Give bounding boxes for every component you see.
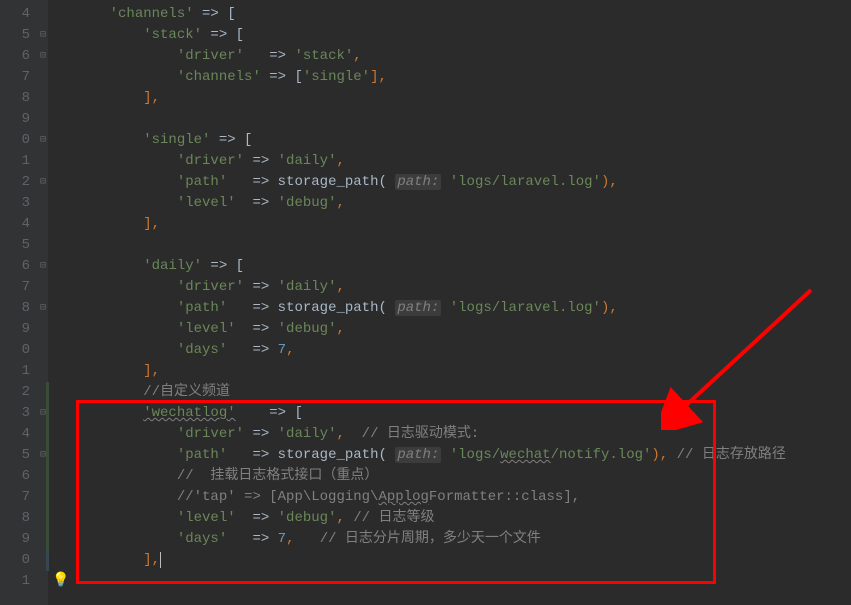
- line-number: 5⊟: [0, 235, 30, 256]
- code-line[interactable]: 'stack' => [: [76, 25, 851, 46]
- change-marker: [46, 550, 49, 571]
- code-line[interactable]: ],: [76, 361, 851, 382]
- code-line[interactable]: 'path' => storage_path( path: 'logs/lara…: [76, 298, 851, 319]
- code-line[interactable]: 'level' => 'debug',: [76, 193, 851, 214]
- code-line[interactable]: 'level' => 'debug',: [76, 319, 851, 340]
- code-line[interactable]: 'path' => storage_path( path: 'logs/lara…: [76, 172, 851, 193]
- fold-icon[interactable]: ⊟: [38, 25, 48, 46]
- line-number: 4⊟: [0, 424, 30, 445]
- code-line[interactable]: 'level' => 'debug', // 日志等级: [76, 508, 851, 529]
- code-line[interactable]: ],: [76, 214, 851, 235]
- code-line[interactable]: 'driver' => 'daily',: [76, 277, 851, 298]
- code-line[interactable]: 'daily' => [: [76, 256, 851, 277]
- code-line[interactable]: 'channels' => ['single'],: [76, 67, 851, 88]
- change-marker: [46, 382, 49, 403]
- change-marker: [46, 403, 49, 424]
- line-number: 7⊟: [0, 277, 30, 298]
- line-number: 7: [0, 487, 30, 508]
- line-number: 1⊟: [0, 151, 30, 172]
- code-line[interactable]: 'channels' => [: [76, 4, 851, 25]
- line-number: 6: [0, 466, 30, 487]
- line-number: 8: [0, 508, 30, 529]
- change-marker: [46, 529, 49, 550]
- line-number: 3: [0, 403, 30, 424]
- change-marker: [46, 445, 49, 466]
- change-marker: [46, 424, 49, 445]
- change-marker: [46, 487, 49, 508]
- line-number: 4⊟: [0, 4, 30, 25]
- line-gutter: 4⊟ 5⊟ 6 7 8 9⊟ 0 1⊟ 2 3 4 5⊟ 6 7⊟ 8 9 0 …: [0, 0, 48, 605]
- line-number: 6: [0, 256, 30, 277]
- fold-icon[interactable]: ⊟: [38, 130, 48, 151]
- fold-icon[interactable]: ⊟: [38, 256, 48, 277]
- cursor: [160, 552, 161, 568]
- code-line[interactable]: 'driver' => 'stack',: [76, 46, 851, 67]
- fold-icon[interactable]: ⊟: [38, 172, 48, 193]
- line-number: 2: [0, 172, 30, 193]
- code-line[interactable]: 'driver' => 'daily',: [76, 151, 851, 172]
- code-line[interactable]: 'days' => 7, // 日志分片周期，多少天一个文件: [76, 529, 851, 550]
- line-number: 0: [0, 340, 30, 361]
- line-number: 9⊟: [0, 109, 30, 130]
- line-number: 5⊟: [0, 25, 30, 46]
- code-line[interactable]: [76, 235, 851, 256]
- code-content[interactable]: 'channels' => [ 'stack' => [ 'driver' =>…: [48, 0, 851, 605]
- code-line[interactable]: 'wechatlog' => [: [76, 403, 851, 424]
- fold-icon[interactable]: ⊟: [38, 46, 48, 67]
- line-number: 9: [0, 529, 30, 550]
- line-number: 5: [0, 445, 30, 466]
- code-editor[interactable]: 4⊟ 5⊟ 6 7 8 9⊟ 0 1⊟ 2 3 4 5⊟ 6 7⊟ 8 9 0 …: [0, 0, 851, 605]
- code-line[interactable]: //自定义频道: [76, 382, 851, 403]
- line-number: 9: [0, 319, 30, 340]
- line-number: 2⊟: [0, 382, 30, 403]
- code-line[interactable]: //'tap' => [App\Logging\ApplogFormatter:…: [76, 487, 851, 508]
- change-marker: [46, 466, 49, 487]
- code-line[interactable]: 'single' => [: [76, 130, 851, 151]
- code-line[interactable]: 'driver' => 'daily', // 日志驱动模式:: [76, 424, 851, 445]
- line-number: 8: [0, 88, 30, 109]
- line-number: 1: [0, 361, 30, 382]
- line-number: 0: [0, 130, 30, 151]
- code-line[interactable]: [76, 109, 851, 130]
- bulb-icon[interactable]: 💡: [52, 572, 69, 589]
- line-number: 1: [0, 571, 30, 592]
- code-line[interactable]: // 挂载日志格式接口（重点）: [76, 466, 851, 487]
- change-marker: [46, 508, 49, 529]
- line-number: 8: [0, 298, 30, 319]
- line-number: 6: [0, 46, 30, 67]
- line-number: 7: [0, 67, 30, 88]
- code-line[interactable]: 'path' => storage_path( path: 'logs/wech…: [76, 445, 851, 466]
- line-number: 0: [0, 550, 30, 571]
- code-line[interactable]: ],: [76, 550, 851, 571]
- code-line[interactable]: ],: [76, 88, 851, 109]
- code-line[interactable]: 'days' => 7,: [76, 340, 851, 361]
- line-number: 3: [0, 193, 30, 214]
- line-number: 4: [0, 214, 30, 235]
- fold-icon[interactable]: ⊟: [38, 298, 48, 319]
